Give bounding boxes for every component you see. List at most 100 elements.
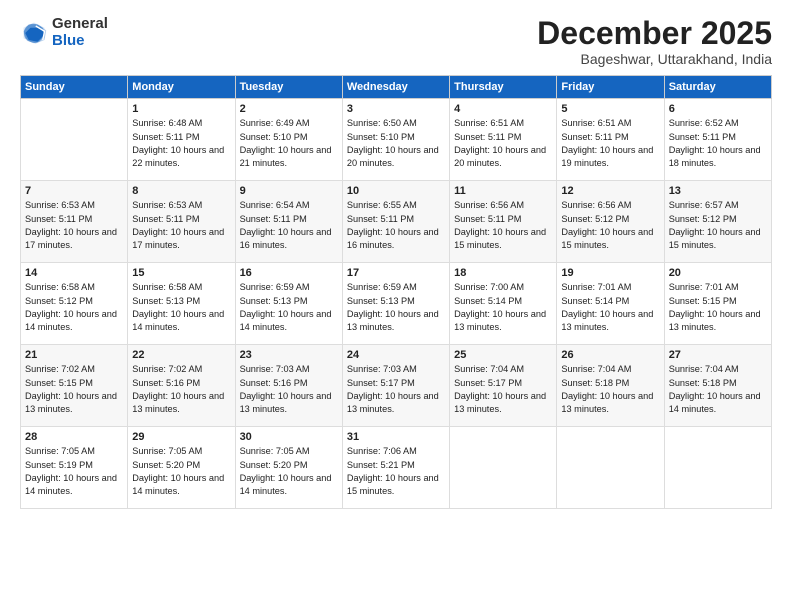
calendar-table: Sunday Monday Tuesday Wednesday Thursday… [20,75,772,509]
cell-info: Sunrise: 6:59 AMSunset: 5:13 PMDaylight:… [347,281,445,334]
day-number: 16 [240,267,338,279]
cell-info: Sunrise: 6:59 AMSunset: 5:13 PMDaylight:… [240,281,338,334]
cell-info: Sunrise: 7:06 AMSunset: 5:21 PMDaylight:… [347,445,445,498]
calendar-cell: 22 Sunrise: 7:02 AMSunset: 5:16 PMDayligh… [128,345,235,427]
calendar-cell: 13 Sunrise: 6:57 AMSunset: 5:12 PMDayligh… [664,181,771,263]
col-friday: Friday [557,76,664,99]
logo-icon [20,19,48,47]
month-title: December 2025 [537,16,772,51]
day-number: 23 [240,349,338,361]
cell-info: Sunrise: 6:57 AMSunset: 5:12 PMDaylight:… [669,199,767,252]
calendar-cell [557,427,664,509]
calendar-cell: 31 Sunrise: 7:06 AMSunset: 5:21 PMDayligh… [342,427,449,509]
col-tuesday: Tuesday [235,76,342,99]
day-number: 26 [561,349,659,361]
calendar-cell: 11Sunrise: 6:56 AMSunset: 5:11 PMDayligh… [450,181,557,263]
calendar-cell [450,427,557,509]
cell-info: Sunrise: 7:03 AMSunset: 5:16 PMDaylight:… [240,363,338,416]
cell-info: Sunrise: 7:05 AMSunset: 5:20 PMDaylight:… [240,445,338,498]
calendar-page: General Blue December 2025 Bageshwar, Ut… [0,0,792,612]
calendar-week-0: 1 Sunrise: 6:48 AMSunset: 5:11 PMDaylight… [21,99,772,181]
cell-info: Sunrise: 6:54 AMSunset: 5:11 PMDaylight:… [240,199,338,252]
col-thursday: Thursday [450,76,557,99]
day-number: 27 [669,349,767,361]
day-number: 2 [240,103,338,115]
cell-info: Sunrise: 6:58 AMSunset: 5:12 PMDaylight:… [25,281,123,334]
cell-info: Sunrise: 6:56 AMSunset: 5:12 PMDaylight:… [561,199,659,252]
day-number: 3 [347,103,445,115]
calendar-cell: 23 Sunrise: 7:03 AMSunset: 5:16 PMDayligh… [235,345,342,427]
cell-info: Sunrise: 6:51 AMSunset: 5:11 PMDaylight:… [454,117,552,170]
day-number: 31 [347,431,445,443]
cell-info: Sunrise: 7:04 AMSunset: 5:17 PMDaylight:… [454,363,552,416]
calendar-cell: 4Sunrise: 6:51 AMSunset: 5:11 PMDaylight… [450,99,557,181]
cell-info: Sunrise: 7:05 AMSunset: 5:20 PMDaylight:… [132,445,230,498]
cell-info: Sunrise: 6:53 AMSunset: 5:11 PMDaylight:… [132,199,230,252]
calendar-cell: 16 Sunrise: 6:59 AMSunset: 5:13 PMDayligh… [235,263,342,345]
calendar-cell: 10Sunrise: 6:55 AMSunset: 5:11 PMDayligh… [342,181,449,263]
header-row: Sunday Monday Tuesday Wednesday Thursday… [21,76,772,99]
calendar-cell: 26 Sunrise: 7:04 AMSunset: 5:18 PMDayligh… [557,345,664,427]
day-number: 28 [25,431,123,443]
calendar-cell: 15Sunrise: 6:58 AMSunset: 5:13 PMDayligh… [128,263,235,345]
col-saturday: Saturday [664,76,771,99]
cell-info: Sunrise: 6:52 AMSunset: 5:11 PMDaylight:… [669,117,767,170]
title-block: December 2025 Bageshwar, Uttarakhand, In… [537,16,772,67]
cell-info: Sunrise: 7:02 AMSunset: 5:15 PMDaylight:… [25,363,123,416]
day-number: 22 [132,349,230,361]
cell-info: Sunrise: 7:02 AMSunset: 5:16 PMDaylight:… [132,363,230,416]
calendar-cell: 25 Sunrise: 7:04 AMSunset: 5:17 PMDayligh… [450,345,557,427]
calendar-cell: 27 Sunrise: 7:04 AMSunset: 5:18 PMDayligh… [664,345,771,427]
calendar-cell: 9 Sunrise: 6:54 AMSunset: 5:11 PMDaylight… [235,181,342,263]
day-number: 30 [240,431,338,443]
calendar-cell: 24 Sunrise: 7:03 AMSunset: 5:17 PMDayligh… [342,345,449,427]
cell-info: Sunrise: 6:53 AMSunset: 5:11 PMDaylight:… [25,199,123,252]
day-number: 25 [454,349,552,361]
cell-info: Sunrise: 6:51 AMSunset: 5:11 PMDaylight:… [561,117,659,170]
day-number: 13 [669,185,767,197]
calendar-cell: 17Sunrise: 6:59 AMSunset: 5:13 PMDayligh… [342,263,449,345]
day-number: 18 [454,267,552,279]
cell-info: Sunrise: 7:03 AMSunset: 5:17 PMDaylight:… [347,363,445,416]
day-number: 15 [132,267,230,279]
day-number: 1 [132,103,230,115]
day-number: 6 [669,103,767,115]
calendar-cell: 1 Sunrise: 6:48 AMSunset: 5:11 PMDaylight… [128,99,235,181]
day-number: 5 [561,103,659,115]
day-number: 7 [25,185,123,197]
calendar-cell: 18Sunrise: 7:00 AMSunset: 5:14 PMDayligh… [450,263,557,345]
day-number: 24 [347,349,445,361]
cell-info: Sunrise: 7:04 AMSunset: 5:18 PMDaylight:… [561,363,659,416]
logo-blue-text: Blue [52,33,108,50]
calendar-cell: 5 Sunrise: 6:51 AMSunset: 5:11 PMDaylight… [557,99,664,181]
cell-info: Sunrise: 7:01 AMSunset: 5:14 PMDaylight:… [561,281,659,334]
logo-general-text: General [52,16,108,33]
cell-info: Sunrise: 7:01 AMSunset: 5:15 PMDaylight:… [669,281,767,334]
calendar-cell: 29 Sunrise: 7:05 AMSunset: 5:20 PMDayligh… [128,427,235,509]
calendar-cell: 28Sunrise: 7:05 AMSunset: 5:19 PMDayligh… [21,427,128,509]
cell-info: Sunrise: 7:04 AMSunset: 5:18 PMDaylight:… [669,363,767,416]
cell-info: Sunrise: 6:55 AMSunset: 5:11 PMDaylight:… [347,199,445,252]
location-subtitle: Bageshwar, Uttarakhand, India [537,51,772,67]
calendar-cell: 8 Sunrise: 6:53 AMSunset: 5:11 PMDaylight… [128,181,235,263]
day-number: 20 [669,267,767,279]
day-number: 11 [454,185,552,197]
cell-info: Sunrise: 6:50 AMSunset: 5:10 PMDaylight:… [347,117,445,170]
calendar-cell [21,99,128,181]
calendar-cell: 20 Sunrise: 7:01 AMSunset: 5:15 PMDayligh… [664,263,771,345]
day-number: 14 [25,267,123,279]
calendar-cell [664,427,771,509]
calendar-cell: 21 Sunrise: 7:02 AMSunset: 5:15 PMDayligh… [21,345,128,427]
day-number: 21 [25,349,123,361]
calendar-week-2: 14 Sunrise: 6:58 AMSunset: 5:12 PMDayligh… [21,263,772,345]
day-number: 9 [240,185,338,197]
day-number: 29 [132,431,230,443]
header: General Blue December 2025 Bageshwar, Ut… [20,16,772,67]
cell-info: Sunrise: 6:48 AMSunset: 5:11 PMDaylight:… [132,117,230,170]
calendar-week-1: 7 Sunrise: 6:53 AMSunset: 5:11 PMDaylight… [21,181,772,263]
day-number: 8 [132,185,230,197]
day-number: 12 [561,185,659,197]
calendar-cell: 19Sunrise: 7:01 AMSunset: 5:14 PMDayligh… [557,263,664,345]
calendar-week-3: 21 Sunrise: 7:02 AMSunset: 5:15 PMDayligh… [21,345,772,427]
calendar-cell: 7 Sunrise: 6:53 AMSunset: 5:11 PMDaylight… [21,181,128,263]
